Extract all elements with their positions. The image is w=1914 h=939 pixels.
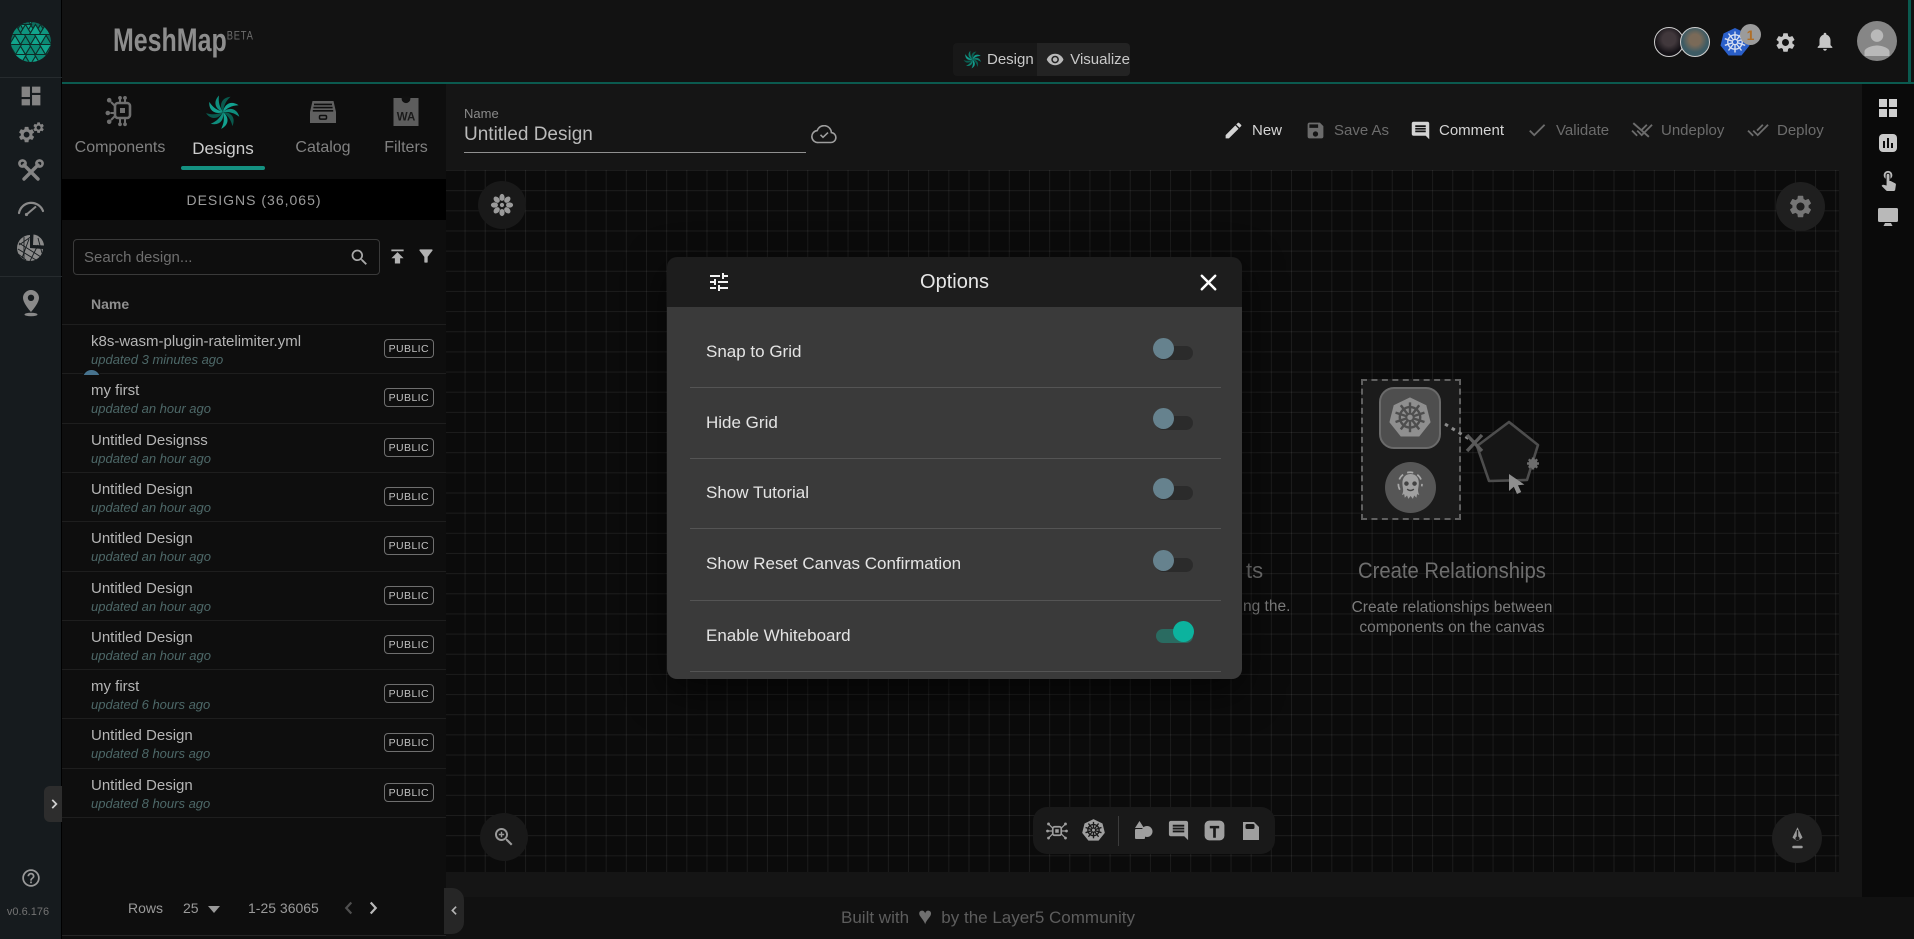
svg-text:WA: WA: [397, 112, 416, 124]
